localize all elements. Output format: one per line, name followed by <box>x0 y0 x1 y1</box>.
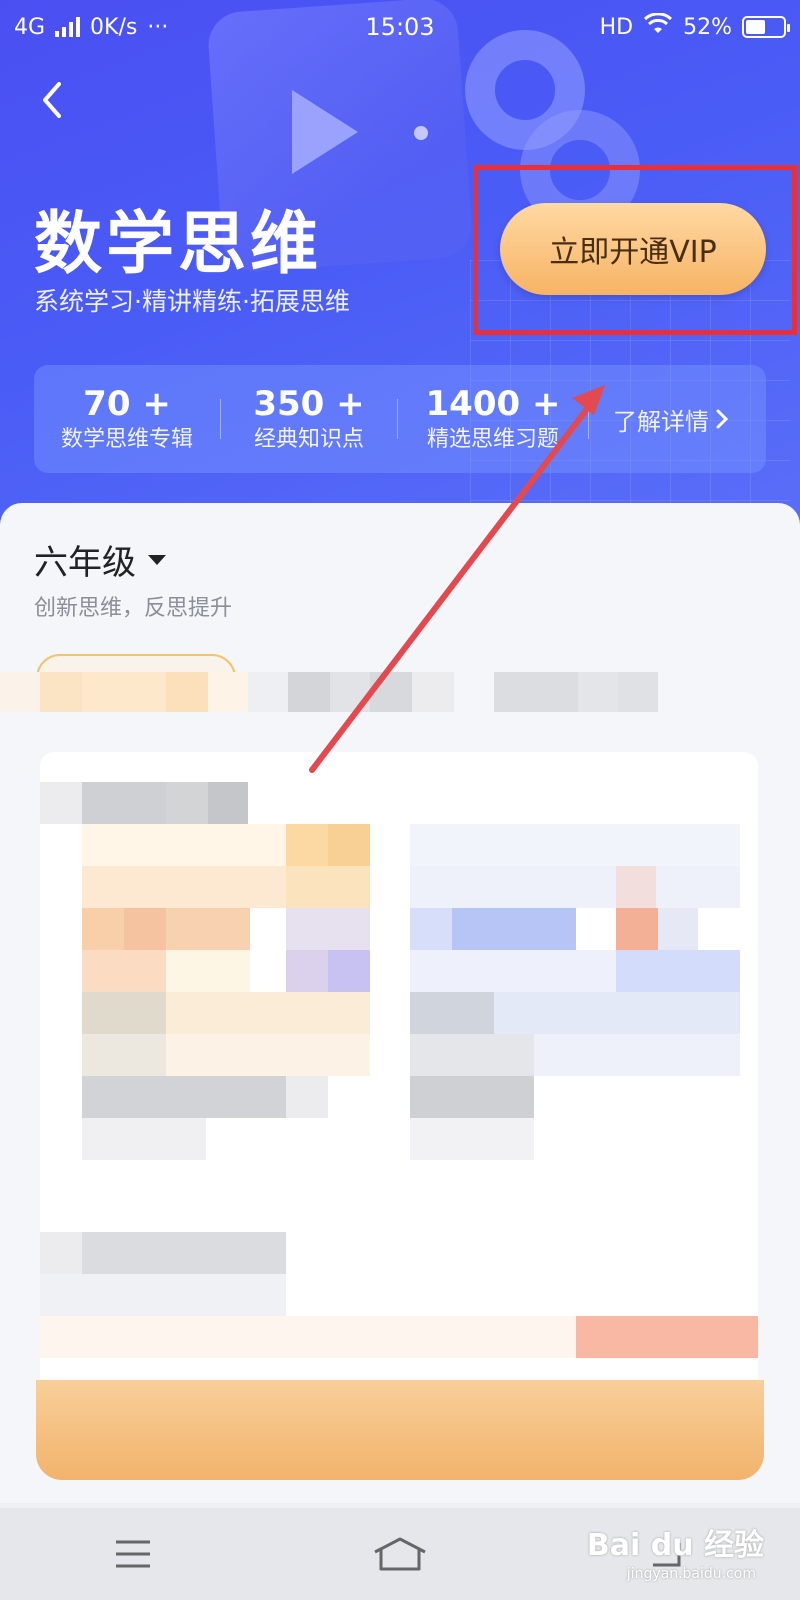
stat-exercises: 1400 + 精选思维习题 <box>398 383 588 455</box>
learn-more-link[interactable]: 了解详情 <box>613 402 729 437</box>
watermark-url: jingyan.baidu.com <box>626 1566 756 1582</box>
decorative-dot <box>414 126 428 140</box>
highlight-annotation-box <box>473 165 797 335</box>
stat-albums: 70 + 数学思维专辑 <box>34 383 220 455</box>
back-button[interactable] <box>30 78 74 122</box>
grade-description: 创新思维，反思提升 <box>34 596 233 621</box>
learn-more-label: 了解详情 <box>613 407 709 436</box>
play-icon <box>292 90 358 174</box>
more-dots: ··· <box>147 14 169 40</box>
network-speed: 0K/s <box>90 14 138 40</box>
battery-level <box>746 20 765 34</box>
stat-label: 数学思维专辑 <box>60 427 193 452</box>
menu-button[interactable] <box>93 1524 173 1584</box>
signal-icon <box>55 17 81 37</box>
network-type: 4G <box>14 14 46 40</box>
pixelated-footer-banner <box>36 1380 764 1480</box>
stat-value: 70 + <box>83 384 171 424</box>
page-title: 数学思维 <box>34 205 323 284</box>
stat-value: 1400 + <box>425 384 561 424</box>
chevron-right-icon <box>716 409 729 429</box>
chevron-left-icon <box>43 82 61 118</box>
page-subtitle: 系统学习·精讲精练·拓展思维 <box>34 287 350 316</box>
watermark-logo: Bai du 经验 <box>586 1528 764 1563</box>
stats-bar[interactable]: 70 + 数学思维专辑 350 + 经典知识点 1400 + 精选思维习题 了解… <box>34 365 766 473</box>
grade-dropdown[interactable]: 六年级 <box>34 535 166 584</box>
menu-icon <box>116 1540 151 1568</box>
stat-label: 经典知识点 <box>253 427 364 452</box>
wifi-icon <box>643 12 673 41</box>
home-icon <box>374 1537 426 1571</box>
pixelated-tabs <box>0 672 800 712</box>
divider <box>588 399 589 439</box>
home-button[interactable] <box>360 1524 440 1584</box>
battery-icon <box>742 16 790 38</box>
hd-indicator: HD <box>599 14 634 40</box>
stat-knowledge-points: 350 + 经典知识点 <box>221 383 397 455</box>
stat-value: 350 + <box>253 384 365 424</box>
grade-label: 六年级 <box>34 543 136 583</box>
pixelated-course-panel <box>40 752 758 1472</box>
stat-label: 精选思维习题 <box>426 427 559 452</box>
status-bar: 4G 0K/s ··· 15:03 HD 52% <box>0 0 800 54</box>
battery-percent: 52% <box>683 14 732 40</box>
caret-down-icon <box>148 554 166 565</box>
